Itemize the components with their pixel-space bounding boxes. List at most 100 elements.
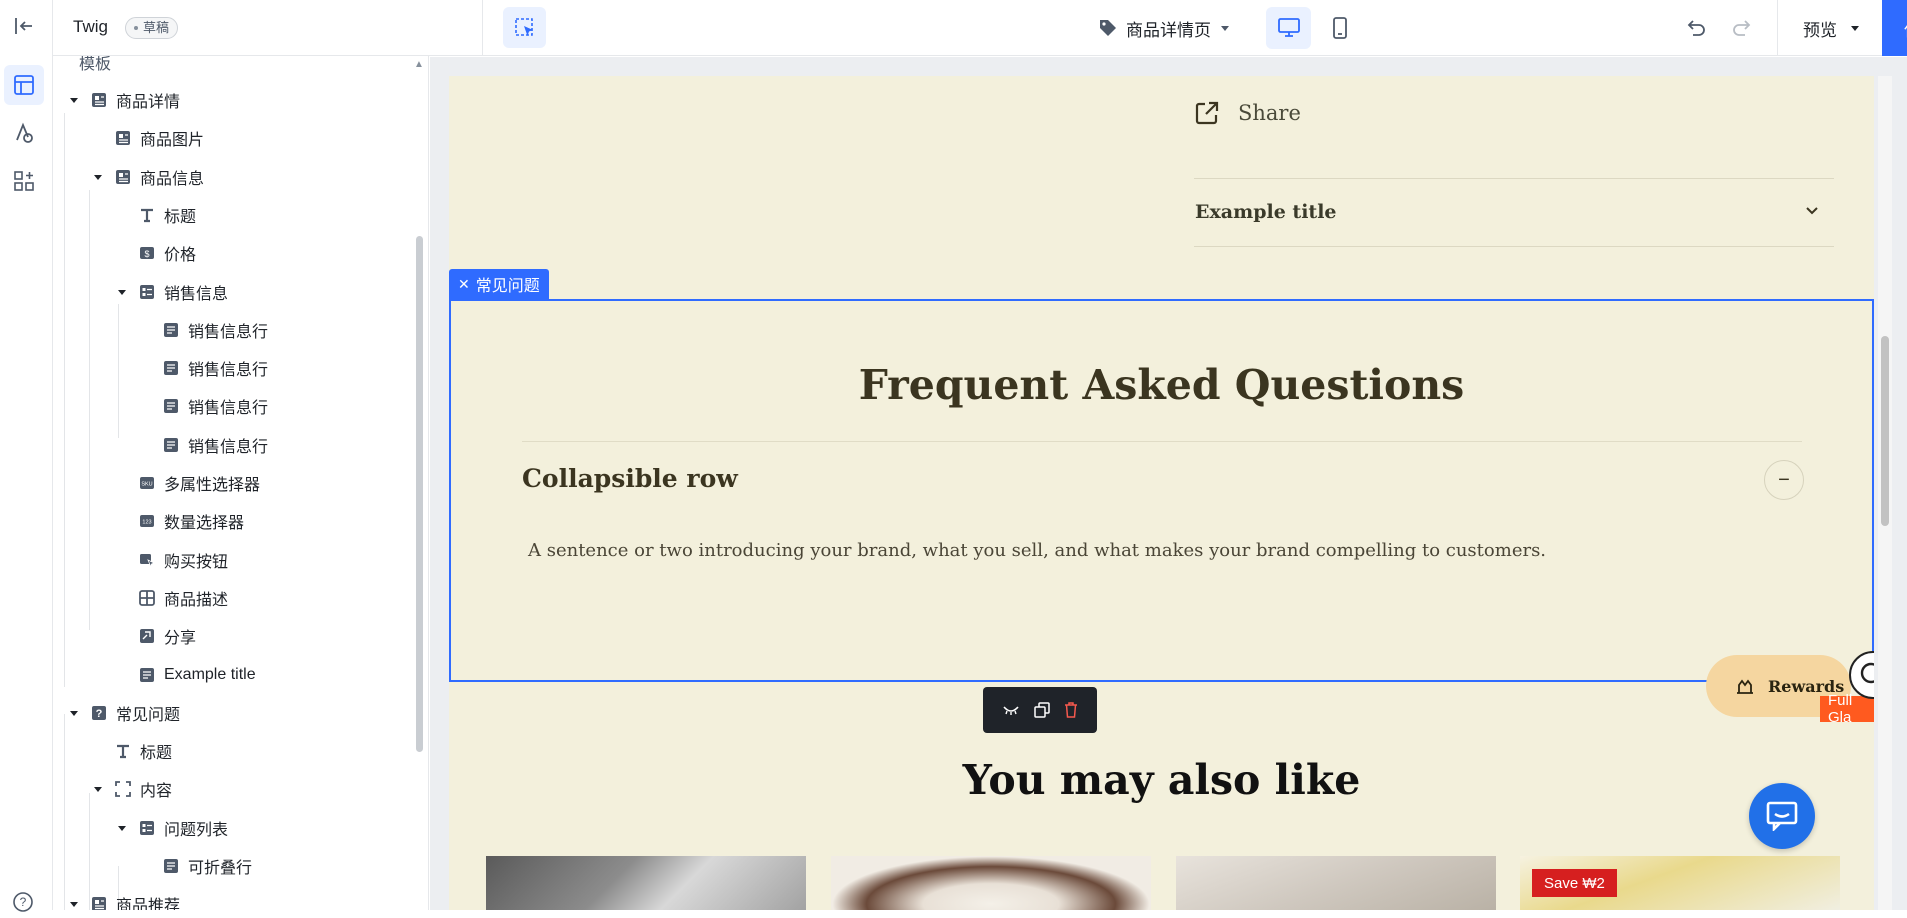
tree-item[interactable]: 分享	[115, 618, 196, 654]
rewards-icon	[1737, 679, 1753, 694]
product-card-image[interactable]	[1176, 856, 1496, 910]
rail-add-block-button[interactable]	[4, 161, 44, 201]
tree-item[interactable]: Example title	[115, 657, 256, 693]
list-icon	[139, 284, 155, 300]
list-icon	[139, 820, 155, 836]
desktop-view-button[interactable]	[1266, 7, 1311, 49]
tree-item[interactable]: SKU 多属性选择器	[115, 465, 260, 501]
divider	[1777, 0, 1778, 56]
desktop-icon	[1277, 18, 1300, 37]
caret-down-icon[interactable]	[115, 823, 129, 833]
tree-item-label: 商品图片	[140, 132, 205, 150]
caret-down-icon[interactable]	[67, 708, 81, 718]
tree-item[interactable]: 销售信息行	[139, 427, 268, 463]
duplicate-icon[interactable]	[1034, 702, 1050, 718]
chat-widget-button[interactable]	[1749, 783, 1815, 849]
tree-item[interactable]: 销售信息行	[139, 350, 268, 386]
status-dot	[134, 26, 138, 30]
theme-icon	[16, 122, 33, 143]
promo-badge[interactable]: Full Gla	[1820, 692, 1874, 726]
tree-item-label: 内容	[140, 783, 173, 801]
caret-down-icon[interactable]	[115, 287, 129, 297]
select-tool-button[interactable]	[503, 7, 546, 48]
selected-section-tag[interactable]: ✕ 常见问题	[449, 269, 549, 299]
faq-title: Frequent Asked Questions	[858, 361, 1465, 409]
tree-item[interactable]: 商品图片	[91, 120, 204, 156]
caret-down-icon[interactable]	[67, 899, 81, 909]
tree-item[interactable]: 123 数量选择器	[115, 503, 244, 539]
buy-icon	[139, 552, 155, 568]
row-icon	[163, 858, 179, 874]
status-badge: 草稿	[125, 17, 179, 39]
tree-item[interactable]: 购买按钮	[115, 542, 228, 578]
canvas-scrollbar-thumb[interactable]	[1881, 336, 1889, 526]
magnifier-icon	[1860, 662, 1874, 684]
hide-icon[interactable]	[1002, 703, 1020, 717]
close-icon[interactable]: ✕	[458, 276, 470, 293]
tree-item[interactable]: 可折叠行	[139, 848, 252, 884]
tree-item[interactable]: 销售信息	[115, 274, 228, 310]
tree-item[interactable]: 问题列表	[115, 810, 228, 846]
tree-item[interactable]: 销售信息行	[139, 388, 268, 424]
exit-icon	[15, 18, 32, 34]
tree-guide	[64, 714, 65, 910]
product-card-image[interactable]	[831, 856, 1151, 910]
tree-item-label: 标题	[164, 208, 197, 226]
preview-button[interactable]: 预览	[1803, 14, 1861, 42]
caret-down-icon[interactable]	[91, 784, 105, 794]
tree-item[interactable]: $ 价格	[115, 235, 196, 271]
help-icon[interactable]: ?	[12, 891, 34, 918]
row-icon	[163, 322, 179, 338]
layer-scrollbar[interactable]	[416, 236, 423, 752]
scroll-up-icon[interactable]: ▲	[414, 59, 424, 70]
tree-item[interactable]: 商品描述	[115, 580, 228, 616]
layer-tree-panel: 模板 ▲ 商品详情 商品图片 商品信息 标题 $ 价格 销售信息 销售信息行 销售信息行 销售信息…	[53, 56, 429, 910]
canvas-scrollbar[interactable]	[1878, 76, 1892, 910]
row-icon	[163, 398, 179, 414]
collapse-toggle-button[interactable]: −	[1764, 460, 1804, 500]
exit-editor-button[interactable]	[4, 6, 44, 46]
tree-item-label: 销售信息	[164, 285, 229, 303]
tree-item-label: 销售信息行	[188, 362, 269, 380]
svg-text:?: ?	[96, 708, 103, 720]
tree-item[interactable]: 商品推荐	[67, 886, 180, 910]
tree-item-label: 购买按钮	[164, 553, 229, 571]
undo-button[interactable]	[1679, 12, 1715, 44]
tree-item[interactable]: 商品信息	[91, 159, 204, 195]
tree-item-label: 商品描述	[164, 591, 229, 609]
caret-down-icon	[1221, 26, 1229, 31]
page-template-select[interactable]: 商品详情页	[1098, 14, 1231, 42]
tree-item[interactable]: 内容	[91, 771, 172, 807]
tree-guide	[89, 190, 90, 630]
section-icon	[91, 92, 107, 108]
caret-down-icon[interactable]	[91, 172, 105, 182]
divider	[482, 0, 483, 56]
delete-icon[interactable]	[1064, 702, 1078, 718]
product-card-image[interactable]	[486, 856, 806, 910]
rail-layout-button[interactable]	[4, 65, 44, 105]
mobile-view-button[interactable]	[1317, 7, 1362, 49]
row-icon	[163, 360, 179, 376]
tree-item-label: 商品推荐	[116, 898, 181, 910]
redo-button[interactable]	[1723, 12, 1759, 44]
tree-item[interactable]: 商品详情	[67, 82, 180, 118]
select-cursor-icon	[514, 17, 533, 36]
sku-icon: SKU	[139, 475, 155, 491]
tree-item[interactable]: 标题	[115, 197, 196, 233]
tree-item[interactable]: 标题	[91, 733, 172, 769]
caret-down-icon[interactable]	[67, 95, 81, 105]
collapsible-row-title[interactable]: Collapsible row	[522, 464, 738, 493]
rail-theme-button[interactable]	[4, 113, 44, 153]
tree-item-label: 问题列表	[164, 821, 229, 839]
chat-icon	[1766, 801, 1798, 831]
tree-item[interactable]: ? 常见问题	[67, 695, 180, 731]
chevron-down-icon[interactable]	[1805, 204, 1819, 218]
divider	[1194, 246, 1834, 247]
example-title-collapsible[interactable]: Example title	[1195, 201, 1337, 223]
tree-item[interactable]: 销售信息行	[139, 312, 268, 348]
faq-section[interactable]: Frequent Asked Questions Collapsible row…	[449, 299, 1874, 682]
share-row[interactable]: Share	[1194, 100, 1301, 126]
app-title: Twig	[73, 17, 108, 36]
status-badge-label: 草稿	[143, 20, 170, 35]
save-button[interactable]: 保存	[1882, 0, 1907, 56]
